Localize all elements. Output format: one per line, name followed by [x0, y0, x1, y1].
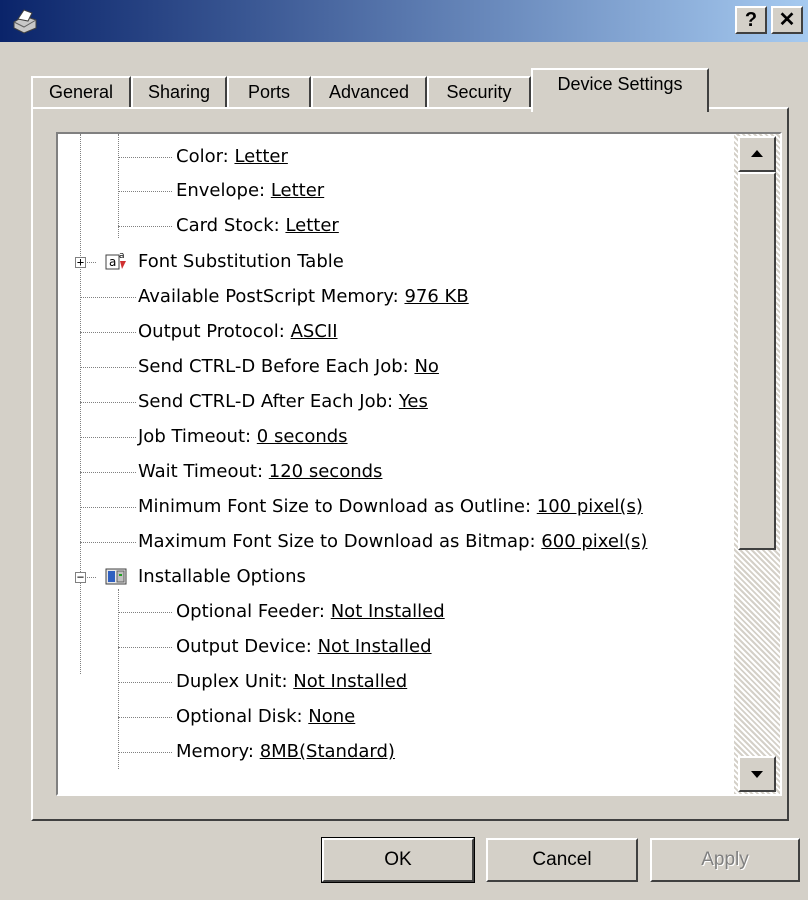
tab-general[interactable]: General	[31, 76, 131, 108]
expand-button[interactable]: +	[75, 256, 86, 268]
tab-sharing[interactable]: Sharing	[131, 76, 227, 108]
tree-item-installable-options[interactable]: Installable Options	[138, 562, 306, 592]
tree-item-optional-feeder[interactable]: Optional Feeder: Not Installed	[176, 597, 445, 627]
tree-line	[80, 134, 81, 674]
tree-item-output-device[interactable]: Output Device: Not Installed	[176, 632, 432, 662]
tree-line	[80, 332, 136, 333]
tree-content: Color: Letter Envelope: Letter Card Stoc…	[58, 134, 734, 794]
tree-item-max-font-bitmap[interactable]: Maximum Font Size to Download as Bitmap:…	[138, 527, 647, 557]
svg-text:a: a	[109, 255, 116, 269]
tree-line	[118, 647, 172, 648]
tab-security[interactable]: Security	[427, 76, 531, 108]
tree-line	[118, 612, 172, 613]
scroll-down-button[interactable]	[738, 756, 776, 792]
tab-ports[interactable]: Ports	[227, 76, 311, 108]
tree-item-wait-timeout[interactable]: Wait Timeout: 120 seconds	[138, 457, 382, 487]
scroll-down-arrow-icon	[751, 771, 763, 778]
scroll-up-arrow-icon	[751, 150, 763, 157]
printer-icon	[13, 9, 37, 34]
vertical-scrollbar[interactable]	[734, 134, 780, 794]
tree-line	[118, 226, 172, 227]
tree-item-envelope[interactable]: Envelope: Letter	[176, 176, 324, 206]
tab-device-settings[interactable]: Device Settings	[531, 68, 709, 112]
font-substitution-icon: a a	[105, 251, 126, 270]
tree-item-optional-disk[interactable]: Optional Disk: None	[176, 702, 355, 732]
tree-line	[80, 542, 136, 543]
tree-item-min-font-outline[interactable]: Minimum Font Size to Download as Outline…	[138, 492, 643, 522]
tree-item-card-stock[interactable]: Card Stock: Letter	[176, 211, 339, 241]
tree-item-duplex-unit[interactable]: Duplex Unit: Not Installed	[176, 667, 407, 697]
tree-line	[80, 437, 136, 438]
tree-item-ctrl-d-before[interactable]: Send CTRL-D Before Each Job: No	[138, 352, 439, 382]
tab-advanced[interactable]: Advanced	[311, 76, 427, 108]
tree-line	[80, 472, 136, 473]
device-settings-tree[interactable]: Color: Letter Envelope: Letter Card Stoc…	[56, 132, 782, 796]
tree-item-output-protocol[interactable]: Output Protocol: ASCII	[138, 317, 338, 347]
tree-item-color[interactable]: Color: Letter	[176, 142, 288, 172]
ok-button[interactable]: OK	[321, 837, 475, 883]
scroll-up-button[interactable]	[738, 136, 776, 172]
tree-line	[118, 134, 119, 238]
tree-line	[118, 717, 172, 718]
tree-item-ctrl-d-after[interactable]: Send CTRL-D After Each Job: Yes	[138, 387, 428, 417]
tree-line	[118, 191, 172, 192]
installable-options-icon	[105, 568, 127, 585]
tree-line	[118, 589, 119, 769]
tree-item-font-substitution-table[interactable]: Font Substitution Table	[138, 247, 344, 277]
tree-item-memory[interactable]: Memory: 8MB(Standard)	[176, 737, 395, 767]
tree-line	[118, 682, 172, 683]
tree-line	[80, 297, 136, 298]
title-bar[interactable]: ? ✕	[0, 0, 808, 42]
apply-button[interactable]: Apply	[650, 838, 800, 882]
tree-item-postscript-memory[interactable]: Available PostScript Memory: 976 KB	[138, 282, 469, 312]
help-button[interactable]: ?	[735, 6, 767, 34]
tree-line	[80, 402, 136, 403]
close-button[interactable]: ✕	[771, 6, 803, 34]
scroll-thumb[interactable]	[738, 172, 776, 550]
tree-line	[80, 367, 136, 368]
tree-line	[118, 752, 172, 753]
tree-line	[118, 157, 172, 158]
cancel-button[interactable]: Cancel	[486, 838, 638, 882]
tree-item-job-timeout[interactable]: Job Timeout: 0 seconds	[138, 422, 348, 452]
collapse-button[interactable]: −	[75, 571, 86, 583]
tree-line	[80, 507, 136, 508]
svg-text:a: a	[119, 251, 125, 261]
